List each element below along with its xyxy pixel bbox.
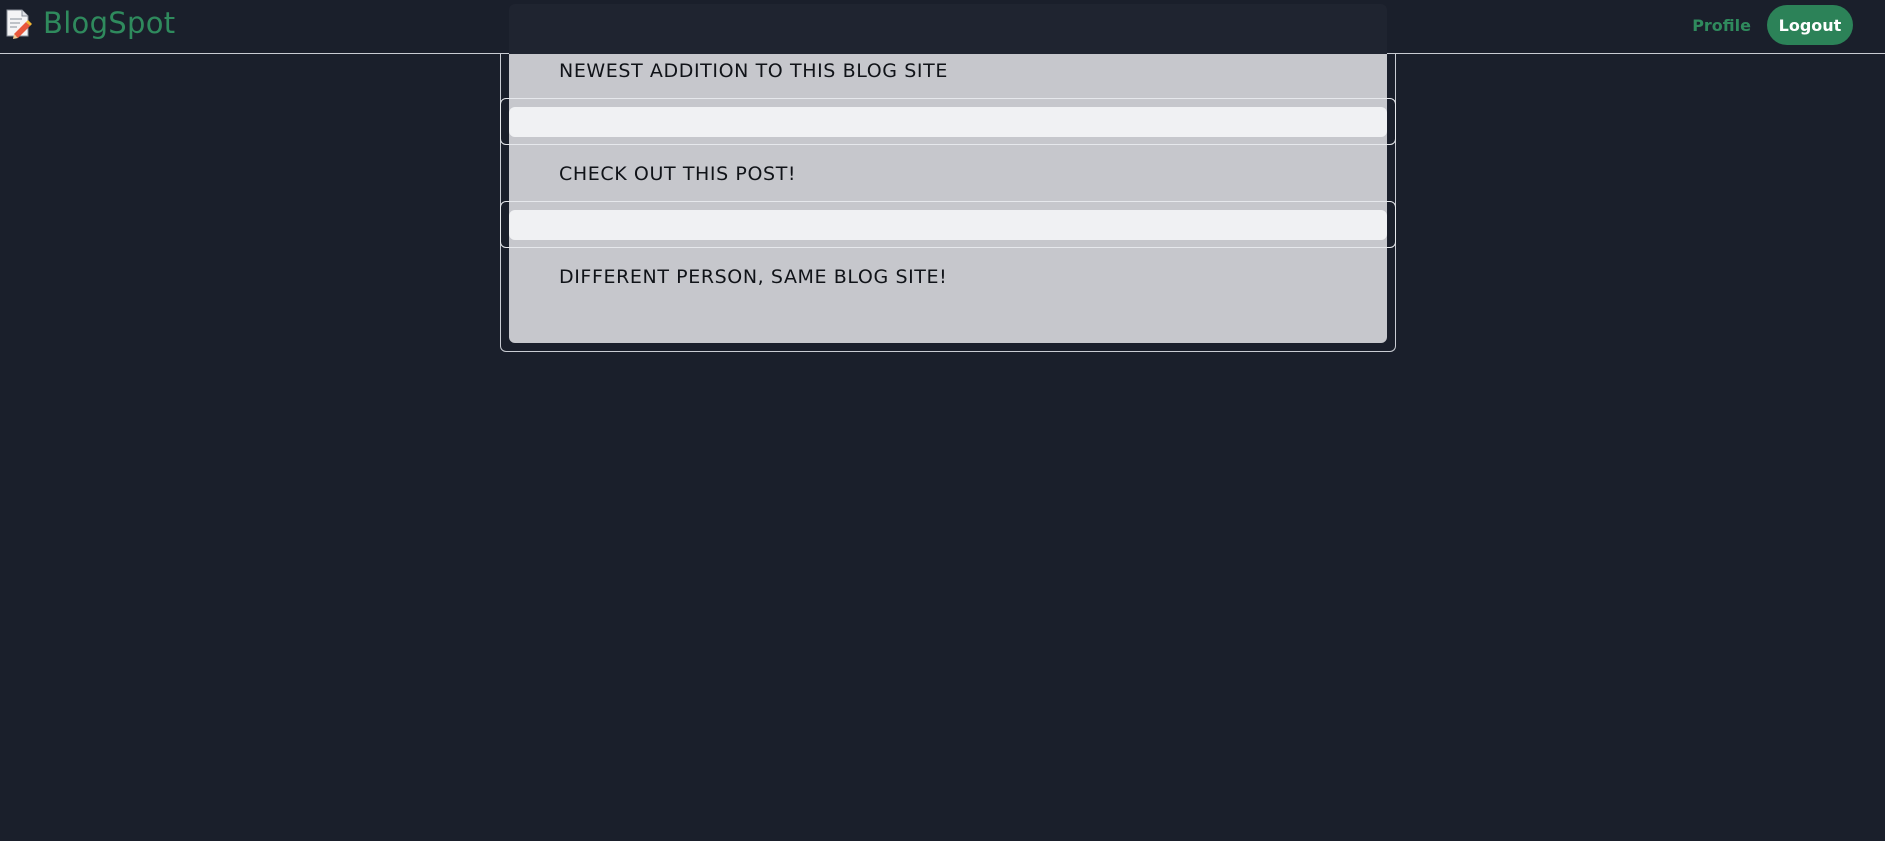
brand-name: BlogSpot — [43, 6, 176, 40]
post-title[interactable]: DIFFERENT PERSON, SAME BLOG SITE! — [559, 266, 947, 288]
post-separator — [509, 210, 1387, 240]
post-title[interactable]: CHECK OUT THIS POST! — [559, 163, 796, 185]
profile-link[interactable]: Profile — [1692, 16, 1751, 35]
nav-actions: Profile Logout — [1692, 5, 1853, 45]
brand-home-link[interactable]: BlogSpot — [4, 6, 175, 40]
post-separator — [509, 107, 1387, 137]
notepad-pencil-icon — [4, 7, 32, 39]
logout-button[interactable]: Logout — [1767, 5, 1853, 45]
posts-panel-header — [509, 4, 1387, 54]
post-title[interactable]: NEWEST ADDITION TO THIS BLOG SITE — [559, 60, 948, 82]
